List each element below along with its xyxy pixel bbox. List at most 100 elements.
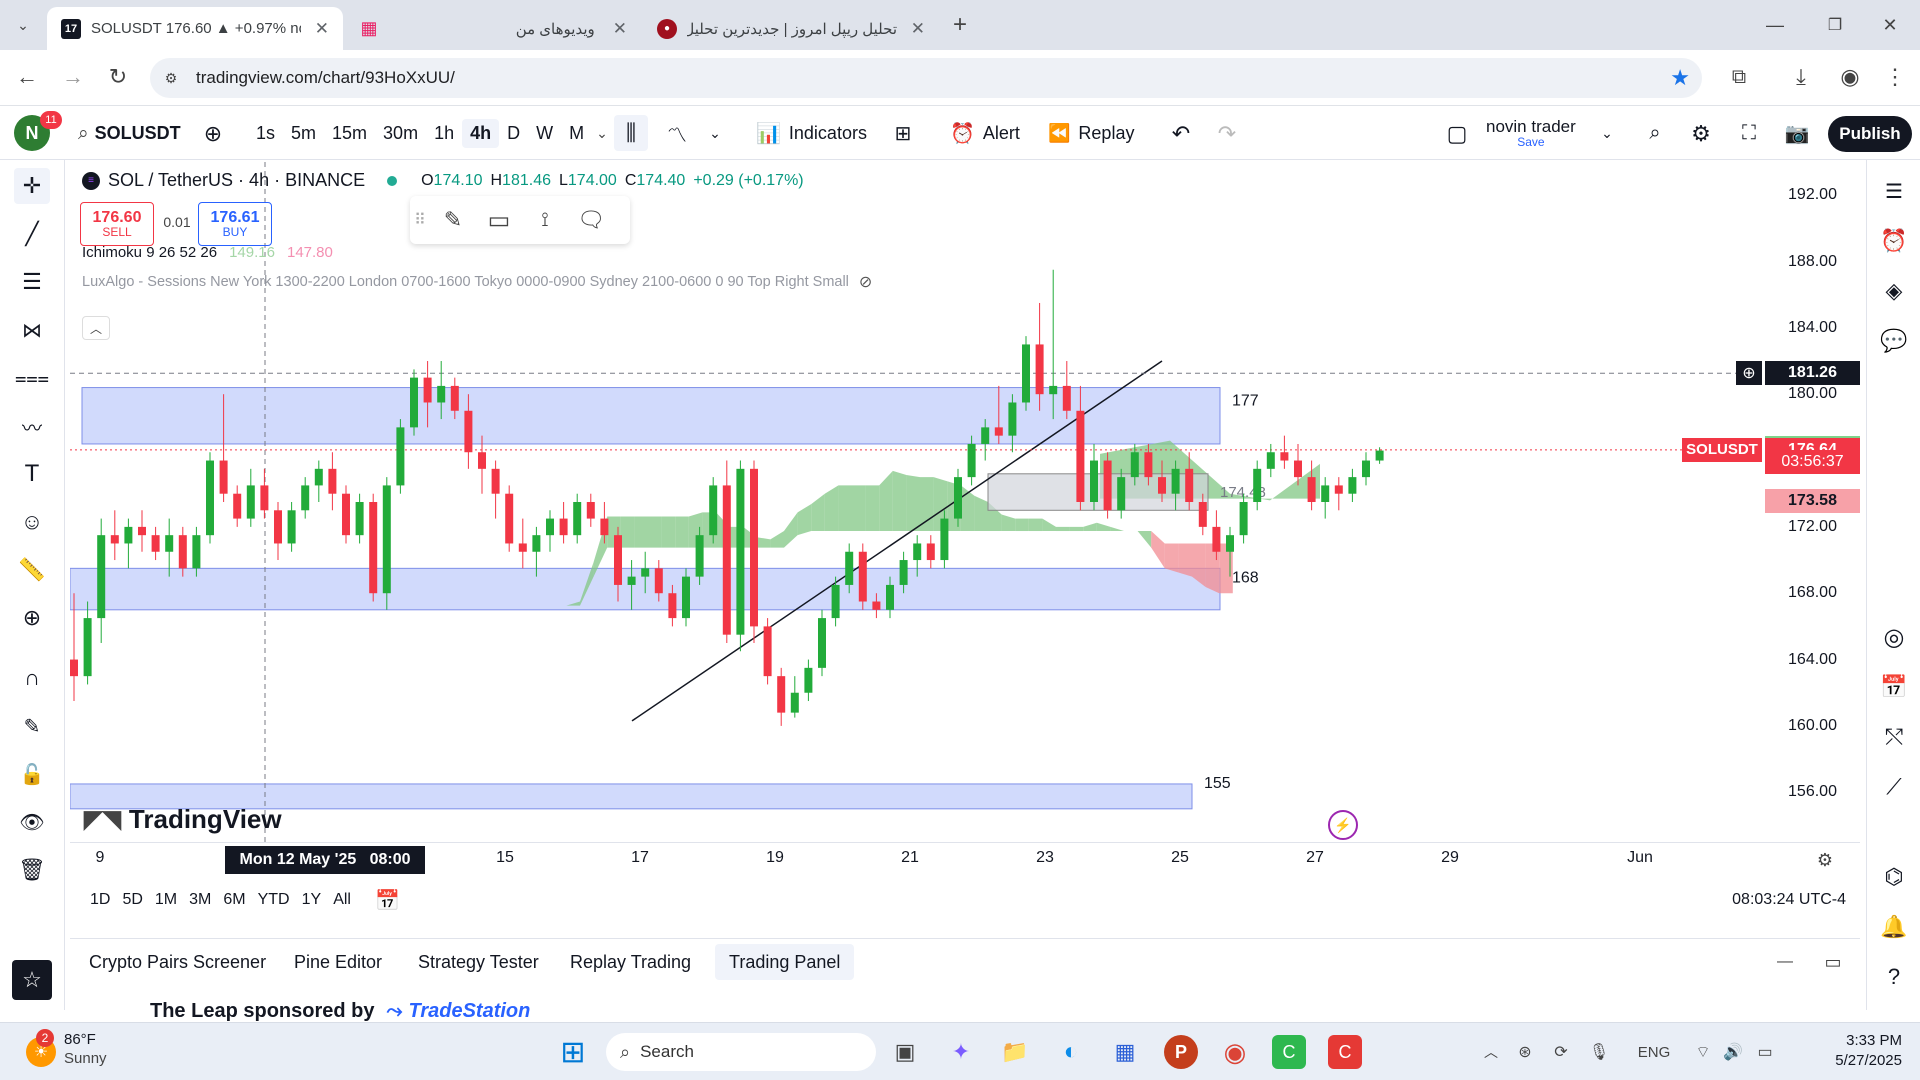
- tray-network-icon[interactable]: ⊛: [1512, 1037, 1538, 1067]
- tray-mic-icon[interactable]: 🎙: [1586, 1037, 1612, 1067]
- range-3m[interactable]: 3M: [183, 887, 217, 913]
- date-range-icon[interactable]: 📅: [375, 888, 400, 913]
- lightning-icon[interactable]: ⚡: [1328, 810, 1358, 840]
- battery-icon[interactable]: ▭: [1752, 1037, 1778, 1067]
- buy-button[interactable]: 176.61 BUY: [198, 202, 272, 246]
- range-1m[interactable]: 1M: [149, 887, 183, 913]
- new-tab-button[interactable]: +: [945, 10, 975, 40]
- watchlist-icon[interactable]: ☰: [1877, 174, 1911, 208]
- notification-bell-icon[interactable]: 🔔: [1877, 910, 1911, 944]
- callout-icon[interactable]: 🗨: [568, 207, 614, 233]
- tab-crypto-screener[interactable]: Crypto Pairs Screener: [75, 944, 280, 980]
- tab-tradingview[interactable]: 17 SOLUSDT 176.60 ▲ +0.97% nov ✕: [47, 7, 343, 50]
- interval-1s[interactable]: 1s: [248, 119, 283, 148]
- close-icon[interactable]: ✕: [315, 19, 329, 39]
- restore-icon[interactable]: ❐: [1815, 10, 1855, 40]
- brush-icon[interactable]: 〰: [14, 408, 50, 444]
- wifi-icon[interactable]: ⌔: [1690, 1037, 1716, 1067]
- clock-label[interactable]: 08:03:24 UTC-4: [1732, 891, 1846, 909]
- calendar-icon[interactable]: 📅: [1877, 670, 1911, 704]
- lock-drawing-icon[interactable]: ✎: [14, 708, 50, 744]
- promo-banner[interactable]: The Leap sponsored by ⤳ TradeStation: [150, 1000, 530, 1022]
- tab-strategy-tester[interactable]: Strategy Tester: [404, 944, 553, 980]
- interval-m[interactable]: M: [561, 119, 592, 148]
- taskbar-clock[interactable]: 3:33 PM 5/27/2025: [1790, 1031, 1902, 1070]
- camtasia-red-icon[interactable]: C: [1328, 1035, 1362, 1069]
- pattern-icon[interactable]: ⋈: [14, 312, 50, 348]
- profile-icon[interactable]: ◉: [1835, 62, 1865, 92]
- magnet-icon[interactable]: ∩: [14, 660, 50, 696]
- help-icon[interactable]: ?: [1877, 960, 1911, 994]
- site-info-icon[interactable]: ⚙: [160, 67, 182, 89]
- text-icon[interactable]: T: [14, 456, 50, 492]
- layers-icon[interactable]: ◈: [1877, 274, 1911, 308]
- strategy-icon[interactable]: ⤲: [1877, 720, 1911, 754]
- hidden-eye-icon[interactable]: ⊘: [859, 272, 872, 292]
- range-all[interactable]: All: [327, 887, 357, 913]
- axis-settings-icon[interactable]: ⚙: [1810, 846, 1840, 874]
- close-icon[interactable]: ✕: [613, 19, 627, 39]
- powerpoint-icon[interactable]: P: [1164, 1035, 1198, 1069]
- fib-icon[interactable]: ☰: [14, 264, 50, 300]
- volume-icon[interactable]: 🔊: [1720, 1037, 1746, 1067]
- tray-sync-icon[interactable]: ⟳: [1548, 1037, 1574, 1067]
- tab-replay-trading[interactable]: Replay Trading: [556, 944, 705, 980]
- menu-icon[interactable]: ⋮: [1880, 62, 1910, 92]
- chevron-down-icon[interactable]: ⌄: [706, 107, 724, 160]
- edge-icon[interactable]: ◐: [1054, 1035, 1088, 1069]
- download-icon[interactable]: ⤓: [1786, 62, 1816, 92]
- tab-trading-panel[interactable]: Trading Panel: [715, 944, 855, 980]
- undo-icon[interactable]: ↶: [1166, 107, 1196, 160]
- range-6m[interactable]: 6M: [217, 887, 251, 913]
- forward-icon[interactable]: →: [58, 62, 88, 92]
- line-chart-icon[interactable]: 〽: [660, 107, 694, 160]
- add-alert-plus-icon[interactable]: ⊕: [1736, 361, 1762, 386]
- copilot-icon[interactable]: ✦: [944, 1035, 978, 1069]
- range-5d[interactable]: 5D: [116, 887, 148, 913]
- sell-button[interactable]: 176.60 SELL: [80, 202, 154, 246]
- trend-line-icon[interactable]: ╱: [14, 216, 50, 252]
- compare-symbol-icon[interactable]: ⊕: [200, 107, 226, 160]
- maximize-panel-icon[interactable]: ▭: [1818, 947, 1848, 977]
- alerts-clock-icon[interactable]: ⏰: [1877, 224, 1911, 258]
- forecast-icon[interactable]: ⩶: [14, 360, 50, 396]
- chart-pane[interactable]: 177 168 155 174.48 ≡ SOL / TetherUS · 4h · …: [70, 162, 1860, 922]
- pine-icon[interactable]: ⟋: [1877, 770, 1911, 804]
- redo-icon[interactable]: ↷: [1212, 107, 1242, 160]
- eye-icon[interactable]: 👁: [14, 804, 50, 840]
- range-ytd[interactable]: YTD: [252, 887, 296, 913]
- tab-videos[interactable]: ▦ ویدیوهای من ✕: [345, 7, 641, 50]
- replay-button[interactable]: ⏪ Replay: [1048, 107, 1134, 160]
- tab-search-icon[interactable]: ⌄: [10, 12, 36, 38]
- interval-1h[interactable]: 1h: [426, 119, 462, 148]
- interval-d[interactable]: D: [499, 119, 528, 148]
- camtasia-green-icon[interactable]: C: [1272, 1035, 1306, 1069]
- minimize-panel-icon[interactable]: —: [1770, 947, 1800, 977]
- bookmark-star-icon[interactable]: ★: [1670, 65, 1690, 91]
- window-close-icon[interactable]: ✕: [1870, 10, 1910, 40]
- drag-handle-icon[interactable]: ⠿: [410, 210, 430, 230]
- chevron-down-icon[interactable]: ⌄: [1598, 107, 1616, 160]
- chat-icon[interactable]: 💬: [1877, 324, 1911, 358]
- symbol-title[interactable]: SOL / TetherUS · 4h · BINANCE: [108, 170, 365, 191]
- extensions-icon[interactable]: ⧉: [1724, 62, 1754, 92]
- chrome-icon[interactable]: ◉: [1218, 1035, 1252, 1069]
- layout-square-icon[interactable]: ▢: [1442, 107, 1472, 160]
- range-1y[interactable]: 1Y: [296, 887, 328, 913]
- store-icon[interactable]: ▦: [1108, 1035, 1142, 1069]
- tab-ripple[interactable]: ● تحلیل ریپل امروز | جدیدترین تحلیل ✕: [643, 7, 939, 50]
- price-axis[interactable]: 192.00188.00184.00180.00176.00172.00168.…: [1765, 162, 1860, 842]
- windows-start-icon[interactable]: ⊞: [556, 1035, 590, 1069]
- language-indicator[interactable]: ENG: [1634, 1037, 1674, 1067]
- weather-widget[interactable]: 86°F Sunny: [64, 1031, 107, 1069]
- favorites-star-icon[interactable]: ☆: [12, 960, 52, 1000]
- tray-chevron-icon[interactable]: ︿: [1478, 1037, 1504, 1067]
- close-icon[interactable]: ✕: [911, 19, 925, 39]
- interval-30m[interactable]: 30m: [375, 119, 426, 148]
- publish-button[interactable]: Publish: [1828, 116, 1912, 152]
- back-icon[interactable]: ←: [12, 62, 42, 92]
- layouts-grid-icon[interactable]: ⊞: [888, 107, 918, 160]
- zoom-icon[interactable]: ⊕: [14, 600, 50, 636]
- interval-4h[interactable]: 4h: [462, 119, 500, 148]
- emoji-icon[interactable]: ☺: [14, 504, 50, 540]
